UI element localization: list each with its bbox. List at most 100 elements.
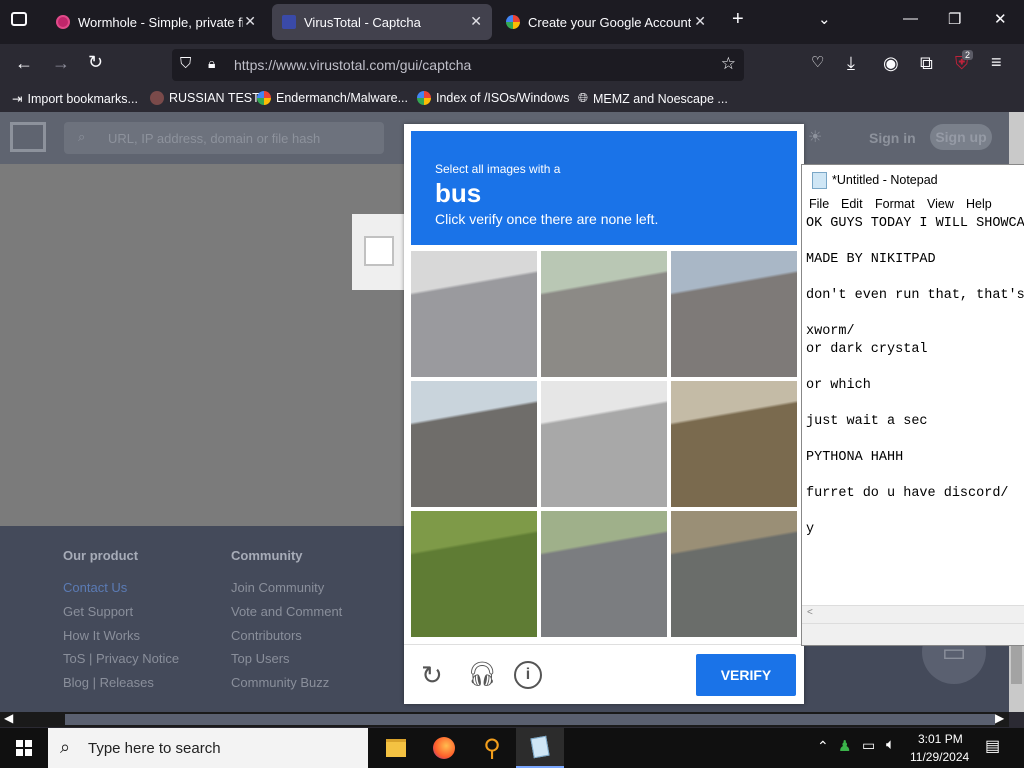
bookmark-label: Index of /ISOs/Windows: [436, 91, 570, 105]
close-tab-icon[interactable]: ✕: [694, 13, 706, 30]
google-favicon-icon: [506, 15, 520, 29]
firefox-icon[interactable]: [420, 728, 468, 768]
captcha-tile-street-bus[interactable]: [541, 251, 667, 377]
url-bar[interactable]: ⛉ 🔒︎ https://www.virustotal.com/gui/capt…: [172, 49, 744, 81]
google-icon: [417, 91, 431, 105]
account-icon[interactable]: ◉: [883, 53, 899, 74]
maximize-icon[interactable]: ❐: [948, 10, 961, 28]
footer-heading-community: Community: [231, 548, 303, 563]
captcha-tile-crosswalk-road[interactable]: [411, 251, 537, 377]
search-icon: ⌕: [78, 129, 86, 144]
file-explorer-icon[interactable]: [372, 728, 420, 768]
shield-icon[interactable]: ⛉: [180, 55, 191, 72]
bookmark-russian-test[interactable]: RUSSIAN TEST: [150, 91, 260, 105]
search-app-icon[interactable]: ⚲: [468, 728, 516, 768]
taskbar-search-input[interactable]: ⌕ Type here to search: [48, 728, 368, 768]
close-window-icon[interactable]: ✕: [994, 10, 1007, 28]
sign-in-link[interactable]: Sign in: [869, 130, 916, 146]
url-text: https://www.virustotal.com/gui/captcha: [234, 57, 472, 73]
notifications-icon[interactable]: ▤: [985, 736, 1000, 756]
notepad-hscrollbar[interactable]: <: [802, 605, 1024, 623]
captcha-tile-intersection[interactable]: [671, 251, 797, 377]
scroll-left-icon[interactable]: <: [807, 607, 813, 618]
tab-virustotal[interactable]: VirusTotal - Captcha ✕: [272, 4, 492, 40]
scroll-right-icon[interactable]: ▶: [995, 711, 1004, 725]
tab-strip: Wormhole - Simple, private file ✕ VirusT…: [0, 0, 1024, 44]
captcha-tile-apartment-lot[interactable]: [671, 511, 797, 637]
footer-link[interactable]: Get Support: [63, 604, 133, 619]
tray-app-icon[interactable]: ♟: [838, 737, 851, 755]
network-icon[interactable]: ▭: [862, 737, 875, 754]
notepad-text-area[interactable]: OK GUYS TODAY I WILL SHOWCAS MADE BY NIK…: [806, 215, 1024, 539]
wormhole-favicon-icon: [56, 15, 70, 29]
virustotal-logo-icon[interactable]: [10, 122, 46, 152]
chevron-down-icon[interactable]: ⌄: [818, 10, 831, 28]
theme-icon[interactable]: ☀: [808, 127, 822, 147]
captcha-tile-crosswalk-lines[interactable]: [541, 381, 667, 507]
footer-link[interactable]: Top Users: [231, 651, 290, 666]
tab-google-account[interactable]: Create your Google Account ✕: [496, 4, 716, 40]
captcha-tile-building-wall[interactable]: [671, 381, 797, 507]
tab-list-icon[interactable]: [11, 12, 27, 26]
footer-link[interactable]: Community Buzz: [231, 675, 329, 690]
extensions-icon[interactable]: ⧉: [920, 53, 933, 74]
menu-help[interactable]: Help: [966, 197, 992, 211]
reload-icon[interactable]: ↻: [421, 660, 443, 691]
back-icon[interactable]: ←: [15, 53, 33, 74]
verify-button[interactable]: VERIFY: [696, 654, 796, 696]
search-input[interactable]: ⌕ URL, IP address, domain or file hash: [64, 122, 384, 154]
menu-icon[interactable]: ≡: [991, 52, 1002, 73]
captcha-tile-parking-road[interactable]: [541, 511, 667, 637]
clock-date[interactable]: 11/29/2024: [910, 750, 969, 764]
start-button[interactable]: [0, 728, 48, 768]
captcha-tile-hydrant-grass[interactable]: [411, 511, 537, 637]
tab-wormhole[interactable]: Wormhole - Simple, private file ✕: [46, 4, 266, 40]
volume-icon[interactable]: 🔈︎: [886, 736, 895, 753]
menu-format[interactable]: Format: [875, 197, 915, 211]
bookmark-endermanch[interactable]: Endermanch/Malware...: [257, 91, 408, 105]
notepad-titlebar: *Untitled - Notepad: [802, 165, 1024, 195]
footer-link[interactable]: ToS | Privacy Notice: [63, 651, 179, 666]
footer-link[interactable]: Contact Us: [63, 580, 127, 595]
lock-icon[interactable]: 🔒︎: [208, 55, 215, 72]
search-placeholder: URL, IP address, domain or file hash: [108, 131, 321, 146]
sign-up-button[interactable]: Sign up: [930, 124, 992, 150]
menu-edit[interactable]: Edit: [841, 197, 863, 211]
captcha-divider: [404, 644, 804, 645]
scroll-thumb[interactable]: [65, 714, 995, 725]
menu-file[interactable]: File: [809, 197, 829, 211]
minimize-icon[interactable]: —: [903, 10, 918, 27]
captcha-tile-traffic-lights[interactable]: [411, 381, 537, 507]
notepad-menu: File Edit Format View Help: [802, 195, 1024, 215]
footer-link[interactable]: How It Works: [63, 628, 140, 643]
captcha-checkbox[interactable]: [364, 236, 394, 266]
pocket-icon[interactable]: ♡: [811, 53, 824, 71]
bookmark-isos[interactable]: Index of /ISOs/Windows: [417, 91, 569, 105]
notepad-statusbar: [802, 623, 1024, 645]
star-icon[interactable]: ☆: [721, 54, 736, 74]
reload-icon[interactable]: ↻: [88, 52, 103, 73]
bookmark-label: Import bookmarks...: [27, 91, 138, 106]
bookmark-memz[interactable]: 🌐︎ MEMZ and Noescape ...: [578, 91, 728, 106]
scroll-left-icon[interactable]: ◀: [4, 711, 13, 725]
info-icon[interactable]: i: [514, 661, 542, 689]
menu-view[interactable]: View: [927, 197, 954, 211]
close-tab-icon[interactable]: ✕: [244, 13, 256, 30]
new-tab-icon[interactable]: +: [732, 8, 744, 31]
bookmark-import[interactable]: ⇥ Import bookmarks...: [12, 91, 138, 107]
footer-link[interactable]: Vote and Comment: [231, 604, 342, 619]
footer-heading-product: Our product: [63, 548, 139, 563]
forward-icon[interactable]: →: [52, 53, 70, 74]
headphones-icon[interactable]: 🎧︎: [467, 660, 497, 689]
download-icon[interactable]: ⤓: [847, 53, 855, 74]
horizontal-scrollbar[interactable]: ◀ ▶: [0, 711, 1009, 727]
notepad-taskbar-icon[interactable]: [516, 728, 564, 768]
clock-time[interactable]: 3:01 PM: [918, 732, 963, 746]
footer-link[interactable]: Blog | Releases: [63, 675, 154, 690]
footer-link[interactable]: Contributors: [231, 628, 302, 643]
close-tab-icon[interactable]: ✕: [470, 13, 482, 30]
footer-link[interactable]: Join Community: [231, 580, 324, 595]
notepad-title: *Untitled - Notepad: [832, 173, 938, 187]
captcha-header: Select all images with a bus Click verif…: [411, 131, 797, 245]
tray-chevron-icon[interactable]: ⌃: [817, 738, 829, 755]
